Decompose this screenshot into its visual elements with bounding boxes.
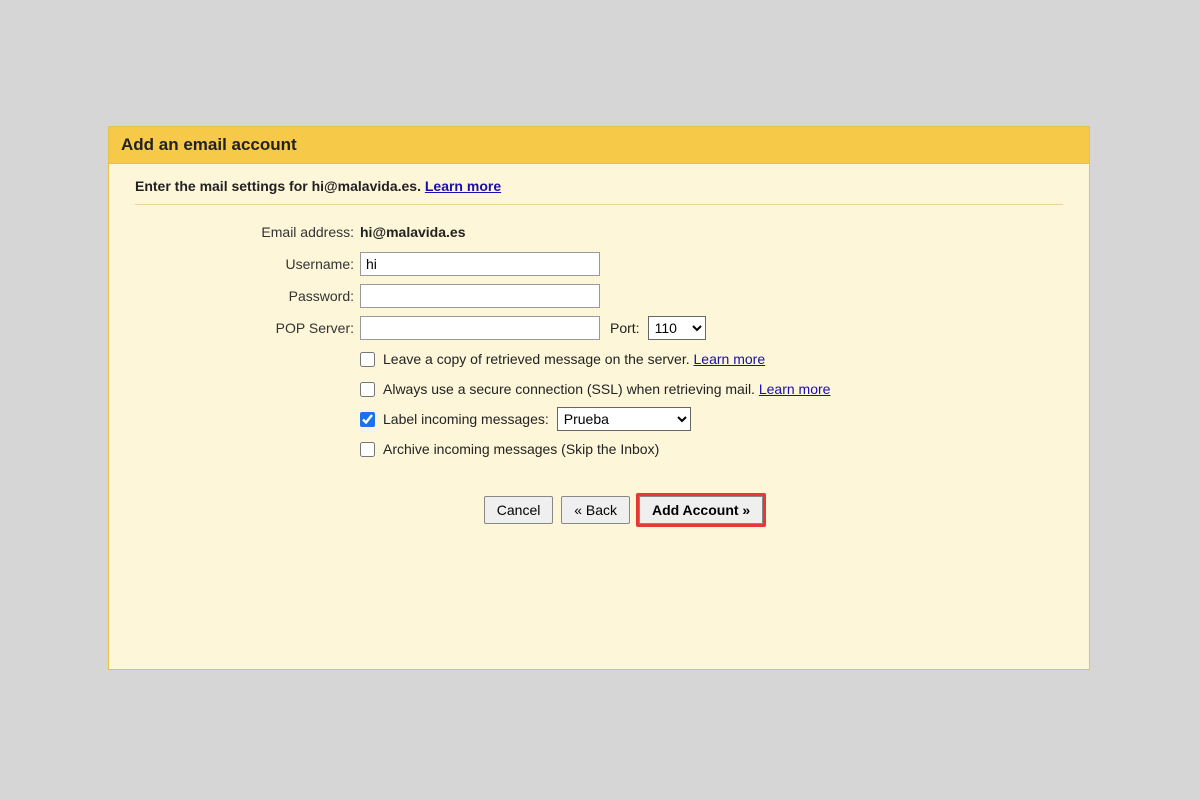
- port-label: Port:: [610, 320, 640, 336]
- password-input[interactable]: [360, 284, 600, 308]
- username-label: Username:: [185, 256, 360, 272]
- dialog-content: Enter the mail settings for hi@malavida.…: [109, 164, 1089, 527]
- form-area: Email address: hi@malavida.es Username: …: [185, 219, 1063, 527]
- label-messages-label: Label incoming messages:: [383, 411, 549, 427]
- email-value: hi@malavida.es: [360, 224, 465, 240]
- divider: [135, 204, 1063, 205]
- add-account-highlight: Add Account »: [636, 493, 766, 527]
- archive-checkbox[interactable]: [360, 442, 375, 457]
- pop-server-input[interactable]: [360, 316, 600, 340]
- row-email: Email address: hi@malavida.es: [185, 219, 1063, 245]
- archive-label: Archive incoming messages (Skip the Inbo…: [383, 441, 659, 457]
- learn-more-link[interactable]: Learn more: [425, 178, 501, 194]
- dialog-subheading: Enter the mail settings for hi@malavida.…: [135, 178, 1063, 204]
- add-account-button[interactable]: Add Account »: [639, 496, 763, 524]
- subheading-email: hi@malavida.es: [312, 178, 417, 194]
- row-label-messages: Label incoming messages: Prueba: [360, 407, 1063, 431]
- row-pop-server: POP Server: Port: 110: [185, 315, 1063, 341]
- back-button[interactable]: « Back: [561, 496, 630, 524]
- ssl-learn-more-link[interactable]: Learn more: [759, 381, 831, 397]
- label-messages-checkbox[interactable]: [360, 412, 375, 427]
- ssl-label: Always use a secure connection (SSL) whe…: [383, 381, 830, 397]
- subheading-prefix: Enter the mail settings for: [135, 178, 312, 194]
- ssl-checkbox[interactable]: [360, 382, 375, 397]
- label-select[interactable]: Prueba: [557, 407, 691, 431]
- port-select[interactable]: 110: [648, 316, 706, 340]
- username-input[interactable]: [360, 252, 600, 276]
- add-email-account-dialog: Add an email account Enter the mail sett…: [108, 126, 1090, 670]
- row-ssl: Always use a secure connection (SSL) whe…: [360, 377, 1063, 401]
- pop-server-label: POP Server:: [185, 320, 360, 336]
- subheading-suffix: .: [417, 178, 425, 194]
- leave-copy-checkbox[interactable]: [360, 352, 375, 367]
- button-row: Cancel « Back Add Account »: [185, 493, 1063, 527]
- leave-copy-label: Leave a copy of retrieved message on the…: [383, 351, 765, 367]
- row-username: Username:: [185, 251, 1063, 277]
- email-label: Email address:: [185, 224, 360, 240]
- row-password: Password:: [185, 283, 1063, 309]
- cancel-button[interactable]: Cancel: [484, 496, 554, 524]
- row-leave-copy: Leave a copy of retrieved message on the…: [360, 347, 1063, 371]
- leave-copy-learn-more-link[interactable]: Learn more: [694, 351, 766, 367]
- row-archive: Archive incoming messages (Skip the Inbo…: [360, 437, 1063, 461]
- dialog-title: Add an email account: [109, 127, 1089, 164]
- password-label: Password:: [185, 288, 360, 304]
